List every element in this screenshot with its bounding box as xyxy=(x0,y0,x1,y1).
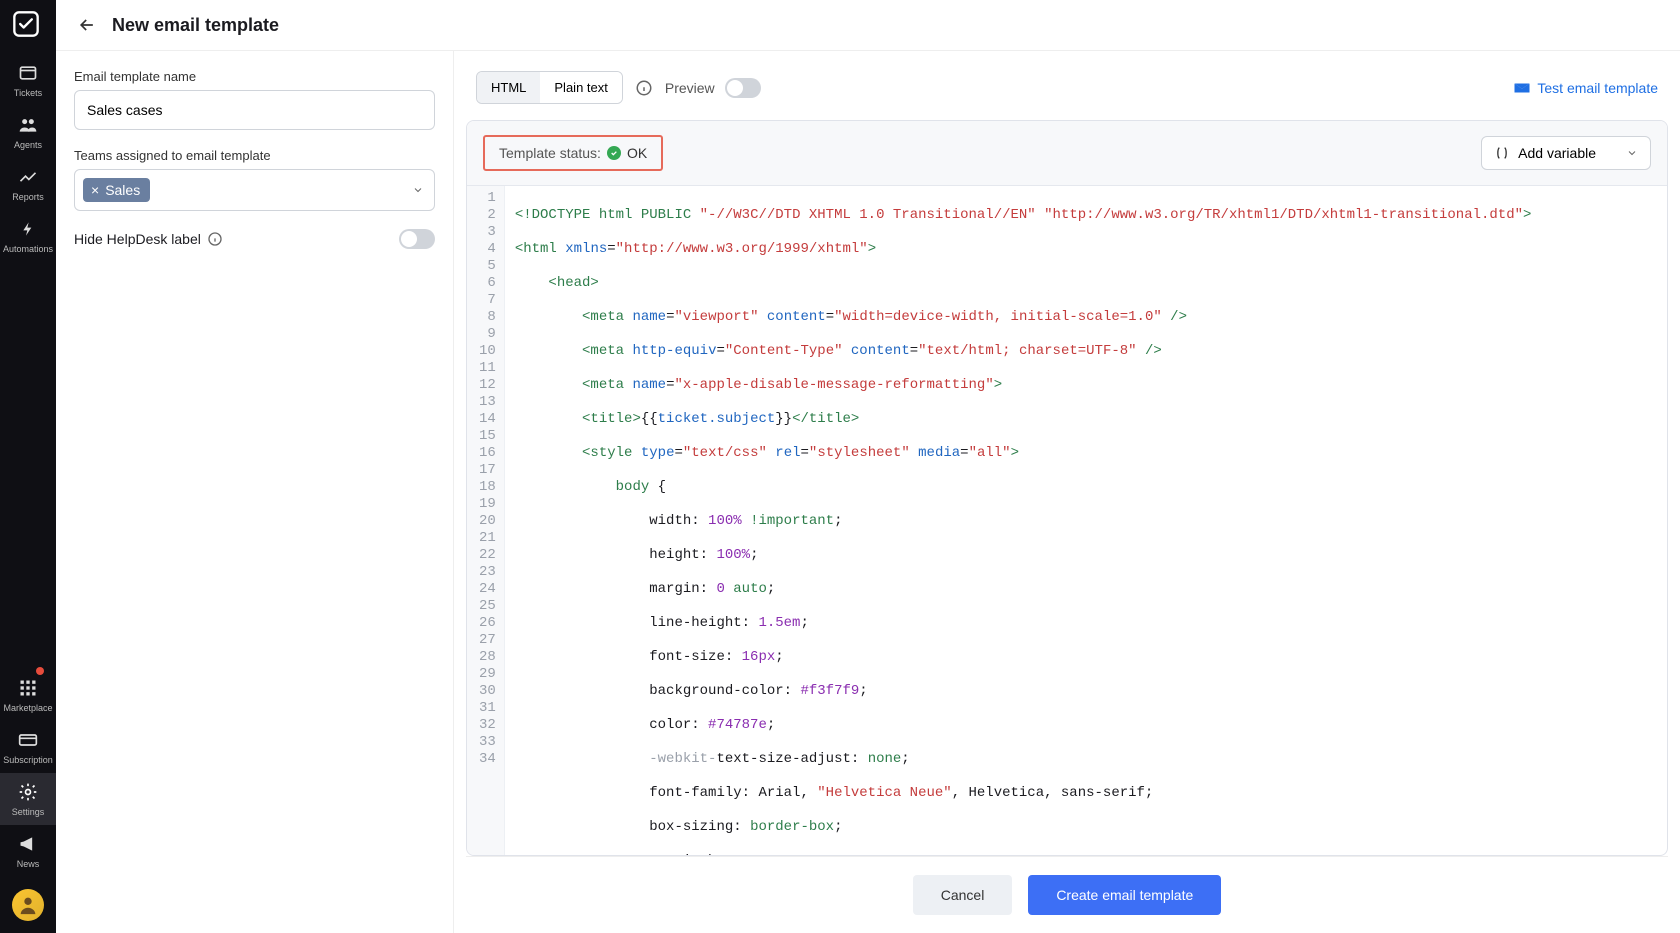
sidebar-item-subscription[interactable]: Subscription xyxy=(0,721,56,773)
sidebar-item-label: Reports xyxy=(12,192,44,202)
status-value: OK xyxy=(627,145,647,161)
sidebar-item-label: Agents xyxy=(14,140,42,150)
preview-toggle[interactable] xyxy=(725,78,761,98)
sidebar-item-label: News xyxy=(17,859,40,869)
view-toggle[interactable]: HTML Plain text xyxy=(476,71,623,104)
tab-html[interactable]: HTML xyxy=(477,72,540,103)
agents-icon xyxy=(17,114,39,136)
hide-helpdesk-toggle[interactable] xyxy=(399,229,435,249)
bolt-icon xyxy=(17,218,39,240)
reports-icon xyxy=(17,166,39,188)
test-email-link-label: Test email template xyxy=(1537,80,1658,96)
sidebar-item-label: Marketplace xyxy=(3,703,52,713)
back-button[interactable] xyxy=(76,14,98,36)
megaphone-icon xyxy=(17,833,39,855)
template-status: Template status: OK xyxy=(483,135,663,171)
avatar[interactable] xyxy=(12,889,44,921)
sidebar-item-label: Settings xyxy=(12,807,45,817)
sidebar-item-agents[interactable]: Agents xyxy=(0,106,56,158)
add-variable-button[interactable]: Add variable xyxy=(1481,136,1651,170)
sidebar-item-tickets[interactable]: Tickets xyxy=(0,54,56,106)
team-chip[interactable]: × Sales xyxy=(83,178,150,202)
app-logo xyxy=(12,10,44,42)
tab-plain-text[interactable]: Plain text xyxy=(540,72,621,103)
add-variable-label: Add variable xyxy=(1518,145,1596,161)
ticket-icon xyxy=(17,62,39,84)
sidebar-item-label: Subscription xyxy=(3,755,53,765)
create-button[interactable]: Create email template xyxy=(1028,875,1221,915)
notification-dot xyxy=(36,667,44,675)
code-editor[interactable]: 1234567891011121314151617181920212223242… xyxy=(467,186,1667,855)
close-icon[interactable]: × xyxy=(91,182,99,198)
teams-select[interactable]: × Sales xyxy=(74,169,435,211)
status-ok-icon xyxy=(607,146,621,160)
test-email-link[interactable]: Test email template xyxy=(1513,79,1658,97)
sidebar-item-marketplace[interactable]: Marketplace xyxy=(0,669,56,721)
sidebar: Tickets Agents Reports Automations Marke… xyxy=(0,0,56,933)
line-gutter: 1234567891011121314151617181920212223242… xyxy=(467,186,505,855)
sidebar-item-label: Tickets xyxy=(14,88,42,98)
preview-label: Preview xyxy=(665,80,715,96)
form-panel: Email template name Teams assigned to em… xyxy=(56,51,454,933)
topbar: New email template xyxy=(56,0,1680,51)
template-name-input[interactable] xyxy=(74,90,435,130)
sidebar-item-settings[interactable]: Settings xyxy=(0,773,56,825)
grid-icon xyxy=(17,677,39,699)
sidebar-item-label: Automations xyxy=(3,244,53,254)
hide-helpdesk-label: Hide HelpDesk label xyxy=(74,231,201,247)
sidebar-item-automations[interactable]: Automations xyxy=(0,210,56,262)
sidebar-item-news[interactable]: News xyxy=(0,825,56,877)
card-icon xyxy=(17,729,39,751)
cancel-button[interactable]: Cancel xyxy=(913,875,1013,915)
code-content[interactable]: <!DOCTYPE html PUBLIC "-//W3C//DTD XHTML… xyxy=(505,186,1542,855)
chevron-down-icon xyxy=(412,184,424,196)
info-icon[interactable] xyxy=(635,79,653,97)
chip-label: Sales xyxy=(105,182,140,198)
info-icon[interactable] xyxy=(207,231,223,247)
teams-label: Teams assigned to email template xyxy=(74,148,435,163)
sidebar-item-reports[interactable]: Reports xyxy=(0,158,56,210)
editor-panel: HTML Plain text Preview Test email templ… xyxy=(454,51,1680,933)
page-title: New email template xyxy=(112,15,279,36)
status-label: Template status: xyxy=(499,145,601,161)
chevron-down-icon xyxy=(1626,147,1638,159)
template-name-label: Email template name xyxy=(74,69,435,84)
gear-icon xyxy=(17,781,39,803)
